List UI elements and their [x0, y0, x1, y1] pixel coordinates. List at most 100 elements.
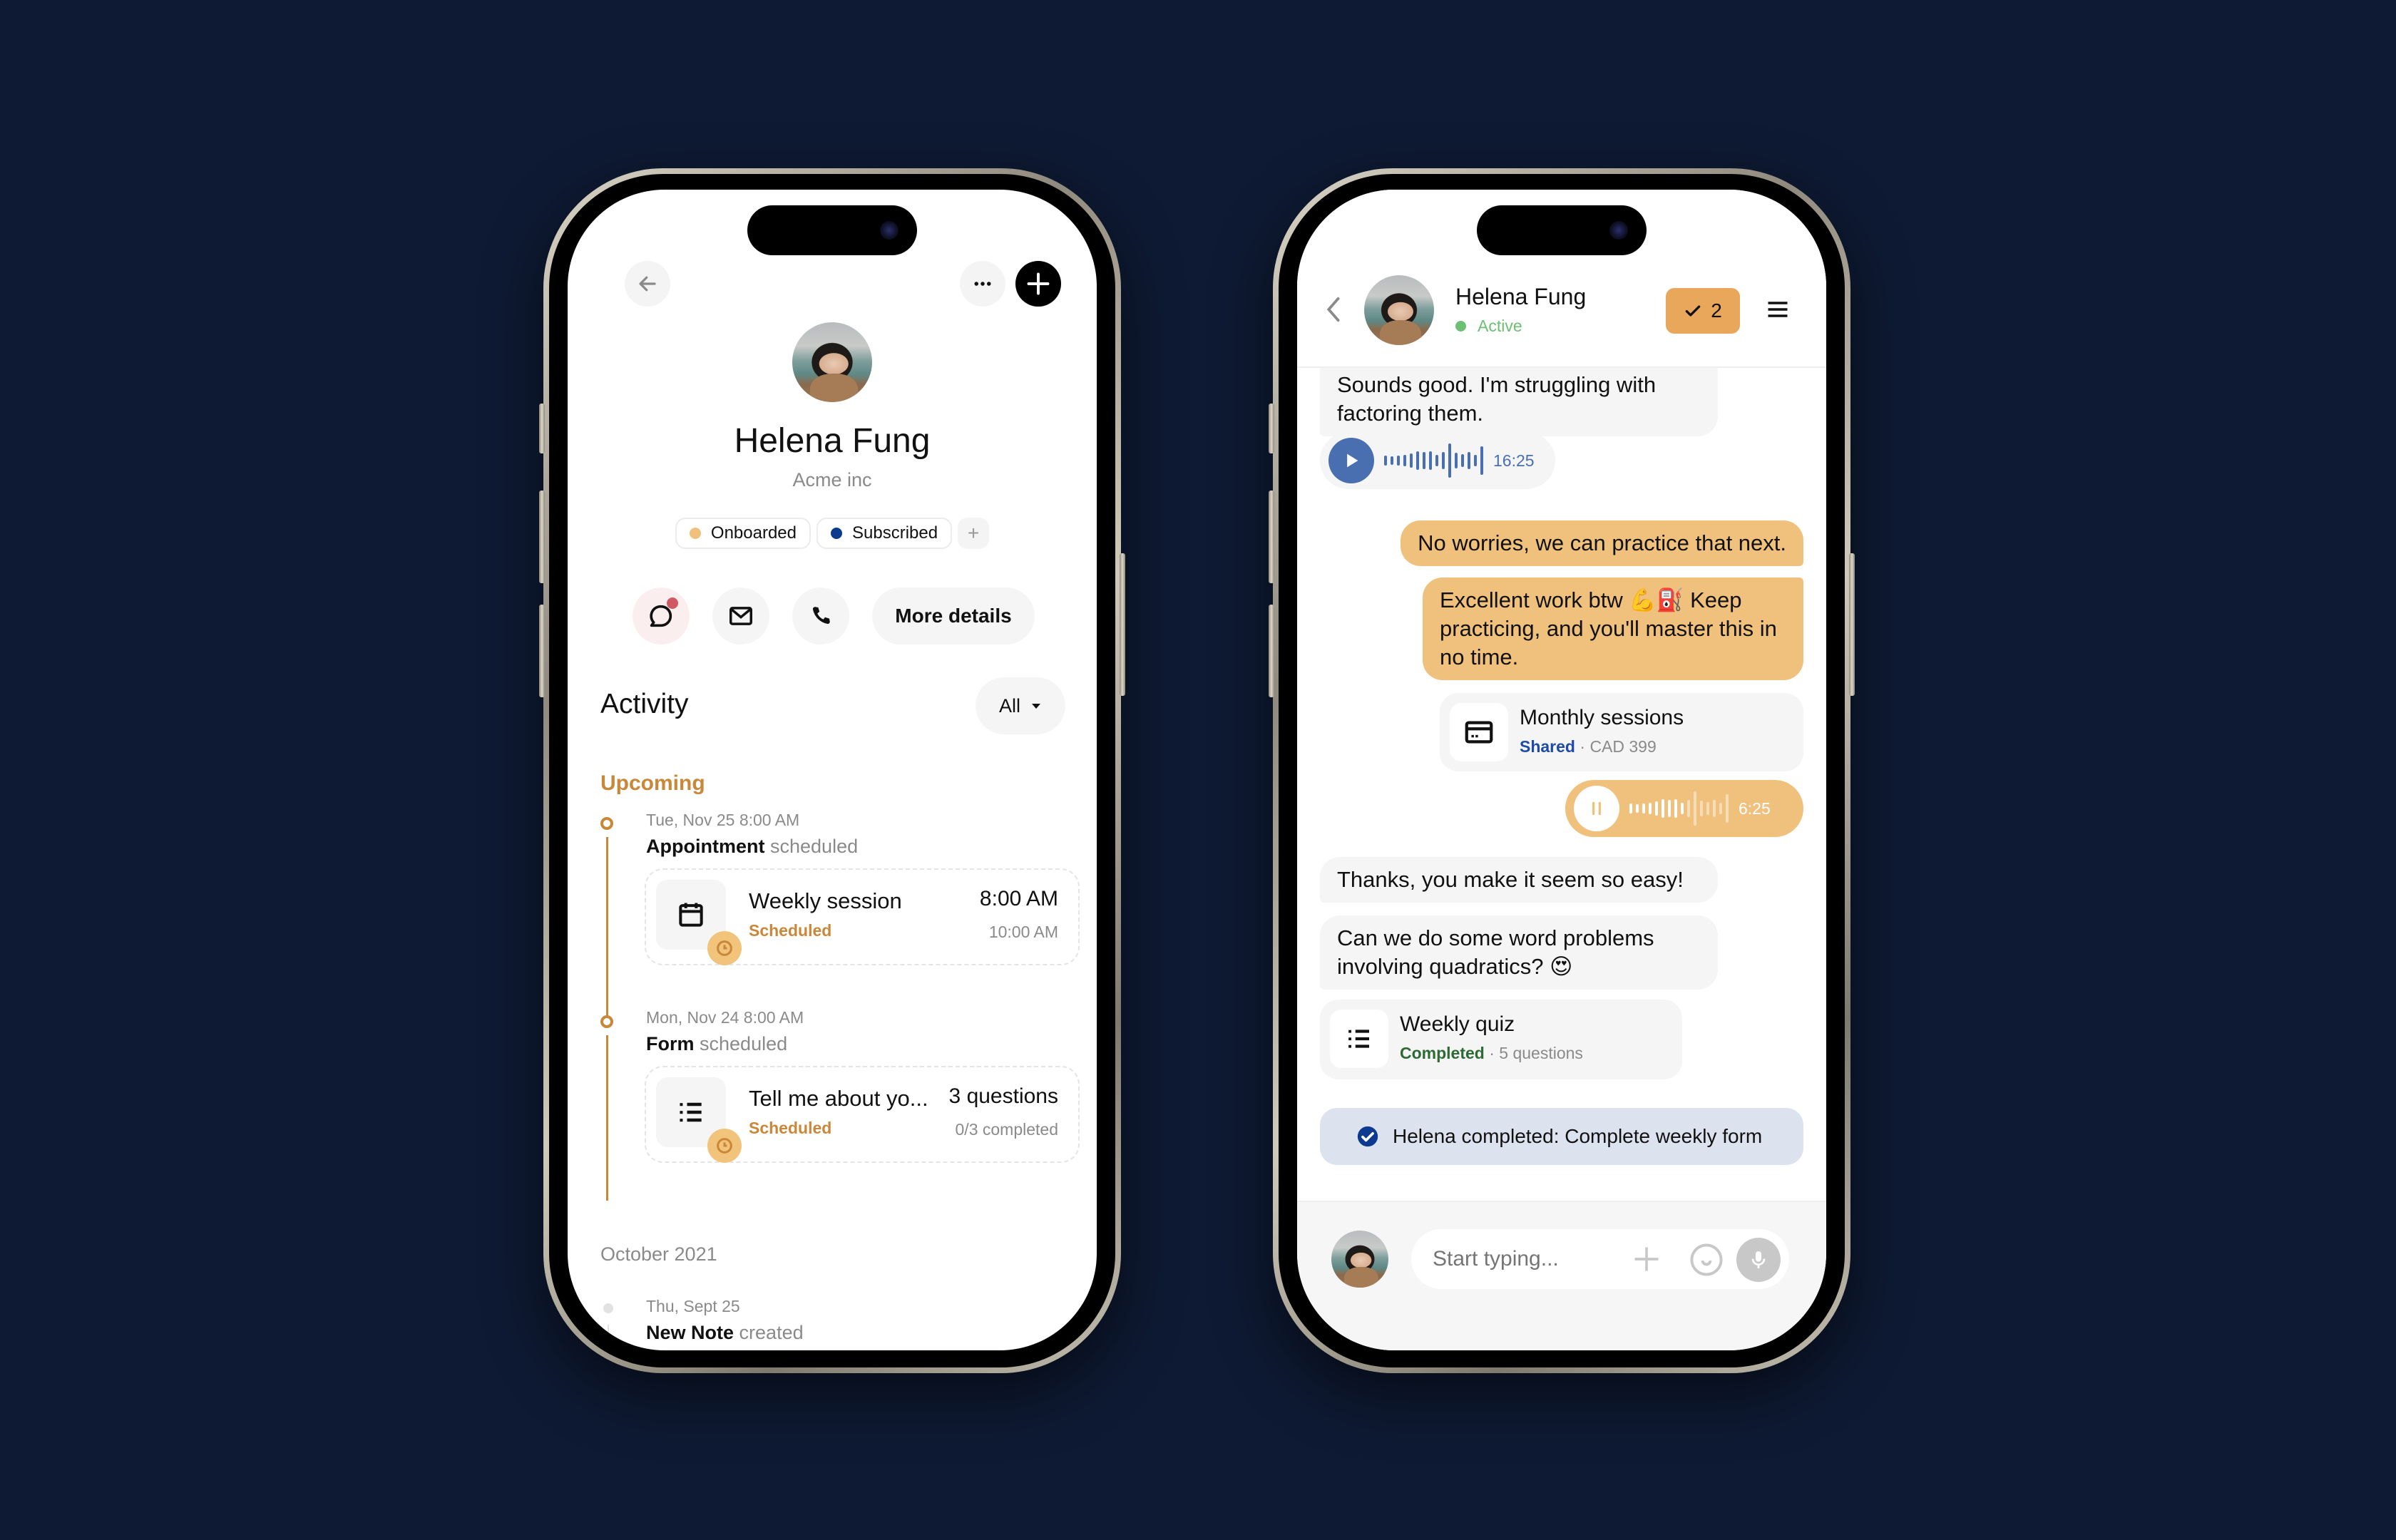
waveform[interactable]	[1629, 791, 1729, 826]
audio-message-outgoing[interactable]: 6:25	[1565, 780, 1803, 837]
shared-item-card[interactable]: Monthly sessions Shared · CAD 399	[1440, 693, 1803, 771]
waveform-bar	[1410, 453, 1413, 468]
arrow-left-icon	[639, 276, 656, 292]
timeline-line	[606, 1035, 608, 1201]
tag-color-dot	[689, 528, 701, 539]
presence-status: Active	[1455, 317, 1522, 336]
activity-title-line: New Note created	[646, 1322, 804, 1344]
waveform-bar	[1636, 804, 1639, 813]
waveform-bar	[1687, 800, 1690, 817]
email-button[interactable]	[712, 587, 770, 645]
unread-badge	[667, 597, 679, 609]
waveform-bar	[1435, 455, 1438, 466]
add-tag-button[interactable]: +	[958, 518, 990, 549]
activity-type: Appointment	[646, 836, 765, 857]
card-end-time: 10:00 AM	[988, 923, 1058, 941]
system-message-text: Helena completed: Complete weekly form	[1393, 1125, 1763, 1147]
calendar-icon	[679, 903, 703, 927]
chat-button[interactable]	[633, 587, 690, 645]
status-label: Active	[1478, 317, 1522, 335]
play-button[interactable]	[1328, 438, 1374, 483]
contact-name: Helena Fung	[734, 422, 931, 460]
waveform-bar	[1455, 453, 1458, 468]
contact-avatar	[792, 322, 872, 402]
message-incoming: Can we do some word problems involving q…	[1320, 915, 1718, 990]
activity-timestamp: Tue, Nov 25 8:00 AM	[646, 811, 800, 829]
volume-down-button	[1269, 605, 1274, 697]
menu-button[interactable]	[1765, 297, 1791, 325]
volume-up-button	[539, 491, 545, 583]
activity-filter-dropdown[interactable]: All	[976, 677, 1065, 734]
card-icon-box	[1330, 1010, 1388, 1068]
timeline-dot	[600, 1015, 613, 1028]
composer-area	[1297, 1201, 1826, 1350]
tag-label: Onboarded	[710, 523, 797, 543]
waveform-bar	[1694, 791, 1696, 826]
plus-icon	[1634, 1247, 1659, 1271]
more-options-button[interactable]	[960, 261, 1005, 307]
appointment-card[interactable]: Weekly session Scheduled 8:00 AM 10:00 A…	[645, 868, 1080, 965]
waveform-bar	[1448, 443, 1451, 478]
voice-record-button[interactable]	[1736, 1238, 1781, 1282]
card-title: Weekly session	[749, 888, 902, 913]
caret-down-icon	[1032, 704, 1040, 709]
back-button[interactable]	[1324, 295, 1346, 324]
attach-button[interactable]	[1631, 1243, 1662, 1275]
scheduled-badge	[707, 1129, 742, 1163]
more-details-button[interactable]: More details	[872, 587, 1035, 645]
filter-label: All	[998, 694, 1020, 717]
contact-avatar[interactable]	[1364, 275, 1434, 345]
waveform-bar	[1649, 803, 1652, 814]
tag-onboarded[interactable]: Onboarded	[675, 518, 811, 549]
call-button[interactable]	[792, 587, 850, 645]
waveform-bar	[1474, 455, 1477, 466]
check-circle-icon	[1357, 1126, 1378, 1147]
tag-list: Onboarded Subscribed +	[568, 518, 1097, 549]
activity-action: created	[739, 1322, 804, 1343]
waveform-bar	[1713, 800, 1716, 817]
mail-icon	[729, 607, 753, 625]
card-icon-box	[656, 1077, 742, 1163]
pause-button[interactable]	[1574, 786, 1619, 831]
phone-profile: Helena Fung Acme inc Onboarded Subscribe…	[539, 168, 1125, 1373]
smiley-icon	[1690, 1243, 1723, 1276]
activity-action: scheduled	[770, 836, 859, 857]
task-count: 2	[1711, 299, 1722, 322]
audio-message-incoming[interactable]: 16:25	[1320, 432, 1555, 489]
contact-actions: More details	[568, 587, 1097, 645]
card-icon-box	[1450, 703, 1508, 761]
waveform[interactable]	[1384, 443, 1483, 478]
add-button[interactable]	[1015, 261, 1061, 307]
shared-price: CAD 399	[1589, 737, 1657, 756]
dynamic-island	[1477, 205, 1647, 255]
waveform-bar	[1480, 446, 1483, 475]
contact-name: Helena Fung	[1455, 284, 1587, 309]
waveform-bar	[1423, 452, 1425, 469]
card-start-time: 8:00 AM	[979, 887, 1058, 910]
back-button[interactable]	[625, 261, 670, 307]
chevron-left-icon	[1326, 297, 1340, 322]
message-input[interactable]	[1433, 1229, 1618, 1289]
waveform-bar	[1719, 803, 1722, 814]
tag-subscribed[interactable]: Subscribed	[816, 518, 953, 549]
form-card[interactable]: Tell me about yo... Scheduled 3 question…	[645, 1066, 1080, 1163]
timeline-line	[606, 837, 608, 1017]
chat-screen: Helena Fung Active 2 Sounds good. I'm st…	[1297, 190, 1826, 1350]
form-card[interactable]: Weekly quiz Completed · 5 questions	[1320, 1000, 1682, 1079]
timeline-dot	[603, 1303, 613, 1313]
check-icon	[1685, 305, 1701, 317]
audio-duration: 16:25	[1493, 451, 1535, 470]
activity-action: scheduled	[700, 1033, 788, 1054]
waveform-bar	[1662, 799, 1664, 818]
timeline-dot	[600, 817, 613, 830]
card-icon-box	[656, 880, 742, 965]
tasks-button[interactable]: 2	[1666, 288, 1740, 334]
waveform-bar	[1674, 799, 1677, 818]
power-button	[1849, 553, 1855, 696]
emoji-button[interactable]	[1688, 1241, 1725, 1278]
message-composer	[1411, 1229, 1789, 1289]
waveform-bar	[1629, 804, 1632, 813]
waveform-bar	[1403, 455, 1406, 466]
shared-status: Shared	[1520, 737, 1575, 756]
hamburger-menu-icon	[1768, 302, 1788, 317]
